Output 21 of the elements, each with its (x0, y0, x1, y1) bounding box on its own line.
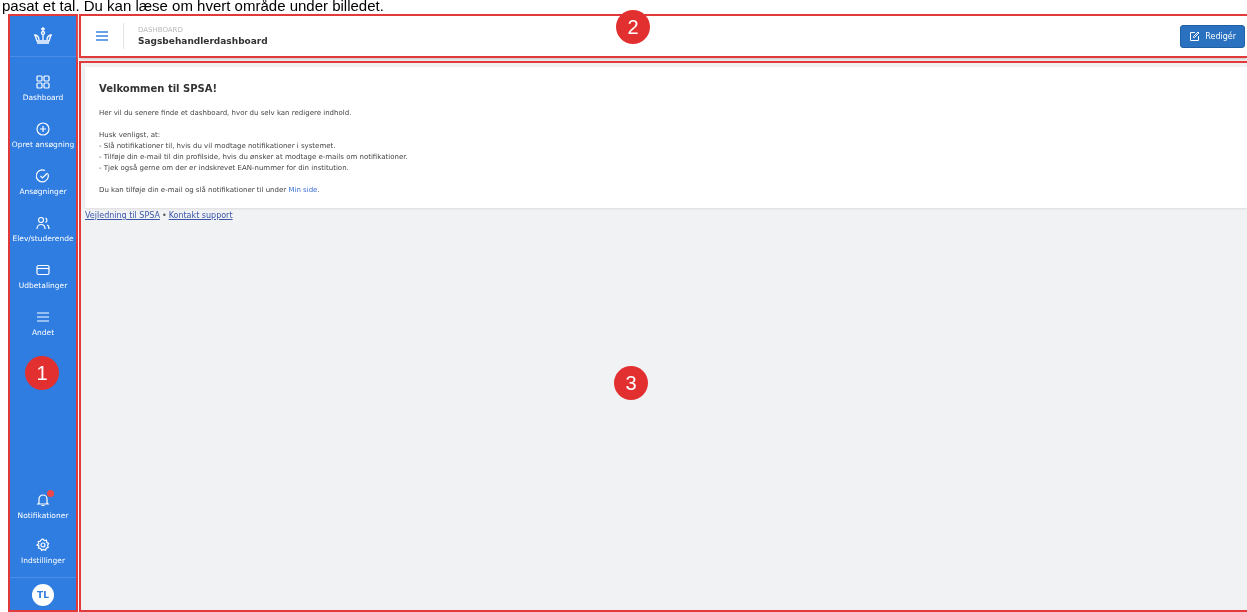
card-title: Velkommen til SPSA! (99, 83, 219, 94)
annotation-marker: 3 (614, 366, 648, 400)
grid-icon (36, 75, 50, 89)
plus-circle-icon (36, 122, 50, 136)
guide-link[interactable]: Vejledning til SPSA (85, 211, 160, 220)
annotation-marker: 1 (25, 356, 59, 390)
user-avatar[interactable]: TL (32, 584, 54, 606)
edit-icon (1189, 30, 1201, 42)
bell-icon (36, 493, 50, 507)
gear-icon (36, 538, 50, 552)
link-separator: • (161, 211, 167, 220)
menu-icon[interactable] (95, 30, 109, 42)
page-title: Sagsbehandlerdashboard (138, 36, 268, 46)
annotation-marker: 2 (616, 10, 650, 44)
menu-icon (36, 310, 50, 324)
people-icon (36, 216, 50, 230)
support-link[interactable]: Kontakt support (168, 211, 233, 220)
card-icon (36, 263, 50, 277)
crown-icon (32, 26, 54, 46)
check-circle-icon (36, 169, 50, 183)
edit-button[interactable]: Redigér (1180, 24, 1245, 48)
